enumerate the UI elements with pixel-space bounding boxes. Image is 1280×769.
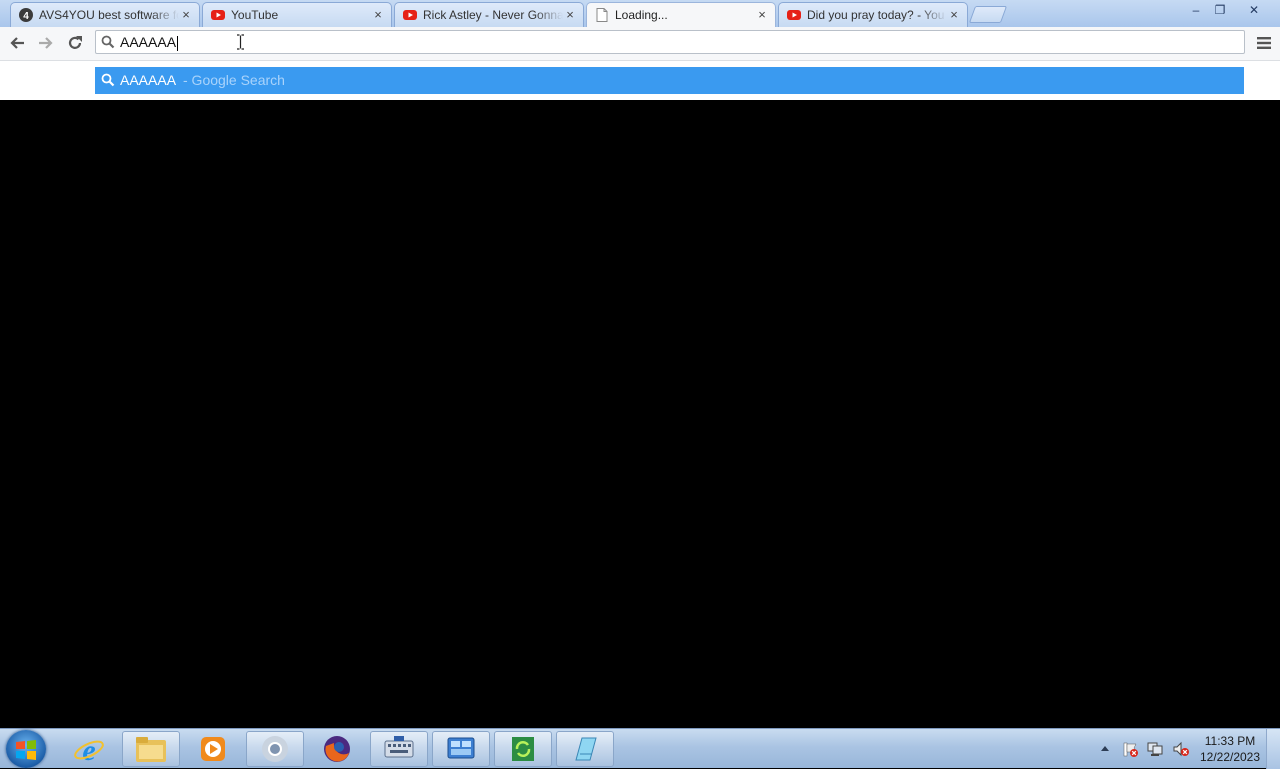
- search-icon: [101, 35, 115, 49]
- omnibox-suggestions: AAAAAA - Google Search: [0, 61, 1280, 100]
- tab-loading[interactable]: Loading... ×: [586, 2, 776, 27]
- tab-close-icon[interactable]: ×: [947, 8, 961, 22]
- taskbar: e 11:33 PM 12/22/2023: [0, 728, 1280, 769]
- show-desktop-button[interactable]: [1266, 729, 1280, 769]
- action-center-icon[interactable]: [1122, 741, 1138, 757]
- taskbar-media-player[interactable]: [184, 731, 242, 767]
- tab-did-you-pray[interactable]: Did you pray today? - You ×: [778, 2, 968, 27]
- youtube-icon: [787, 8, 801, 22]
- new-tab-button[interactable]: [968, 6, 1008, 23]
- file-explorer-icon: [136, 737, 166, 762]
- tab-close-icon[interactable]: ×: [371, 8, 385, 22]
- control-panel-icon: [447, 737, 475, 759]
- clock-date: 12/22/2023: [1199, 750, 1261, 764]
- tab-title: Did you pray today? - You: [807, 8, 945, 22]
- back-arrow-icon: [10, 37, 24, 49]
- media-player-icon: [201, 737, 225, 761]
- restore-button[interactable]: ❐: [1208, 2, 1232, 18]
- internet-explorer-icon: e: [74, 734, 104, 765]
- windows-logo-icon: [16, 740, 36, 760]
- tab-avs4you[interactable]: 4 AVS4YOU best software fo ×: [10, 2, 200, 27]
- suggestion-description: - Google Search: [183, 72, 285, 88]
- minimize-button[interactable]: –: [1184, 2, 1208, 18]
- address-bar-text: AAAAAA: [120, 34, 179, 51]
- taskbar-sync-app[interactable]: [494, 731, 552, 767]
- tab-close-icon[interactable]: ×: [563, 8, 577, 22]
- svg-text:4: 4: [23, 11, 29, 22]
- tab-title: Rick Astley - Never Gonna: [423, 8, 563, 22]
- firefox-icon: [324, 736, 350, 762]
- network-icon[interactable]: [1146, 741, 1164, 757]
- mouse-ibeam-cursor: [237, 34, 244, 50]
- notepad-icon: [575, 737, 597, 761]
- taskbar-internet-explorer[interactable]: e: [60, 731, 118, 767]
- youtube-icon: [403, 8, 417, 22]
- volume-muted-icon[interactable]: [1172, 741, 1190, 757]
- clock-time: 11:33 PM: [1204, 734, 1256, 748]
- suggestion-google-search[interactable]: AAAAAA - Google Search: [95, 67, 1244, 94]
- show-hidden-icons-icon[interactable]: [1098, 742, 1112, 756]
- reload-button[interactable]: [64, 32, 86, 54]
- taskbar-notepad[interactable]: [556, 731, 614, 767]
- browser-titlebar: 4 AVS4YOU best software fo × YouTube × R…: [0, 0, 1280, 27]
- start-button[interactable]: [6, 730, 46, 768]
- tab-rick-astley[interactable]: Rick Astley - Never Gonna ×: [394, 2, 584, 27]
- system-tray: [1098, 729, 1190, 769]
- taskbar-clock[interactable]: 11:33 PM 12/22/2023: [1196, 733, 1264, 765]
- svg-text:e: e: [82, 734, 95, 765]
- taskbar-control-panel[interactable]: [432, 731, 490, 767]
- taskbar-on-screen-keyboard[interactable]: [370, 731, 428, 767]
- on-screen-keyboard-icon: [384, 736, 414, 758]
- suggestion-query: AAAAAA: [120, 72, 177, 88]
- tab-youtube[interactable]: YouTube ×: [202, 2, 392, 27]
- address-bar[interactable]: AAAAAA: [95, 30, 1245, 54]
- avs4you-icon: 4: [19, 8, 33, 22]
- browser-toolbar: AAAAAA: [0, 27, 1280, 61]
- back-button[interactable]: [6, 32, 28, 54]
- search-icon: [101, 73, 115, 87]
- text-caret: [177, 35, 179, 51]
- chrome-menu-icon[interactable]: [1256, 36, 1272, 50]
- taskbar-firefox[interactable]: [308, 731, 366, 767]
- taskbar-chrome[interactable]: [246, 731, 304, 767]
- chrome-icon: [262, 736, 288, 762]
- taskbar-file-explorer[interactable]: [122, 731, 180, 767]
- tab-title: YouTube: [231, 8, 279, 22]
- forward-arrow-icon: [39, 37, 53, 49]
- page-icon: [595, 8, 609, 22]
- forward-button[interactable]: [35, 32, 57, 54]
- page-content: [0, 100, 1280, 728]
- tab-close-icon[interactable]: ×: [755, 8, 769, 22]
- tab-title: AVS4YOU best software fo: [39, 8, 179, 22]
- tab-close-icon[interactable]: ×: [179, 8, 193, 22]
- sync-app-icon: [512, 737, 534, 761]
- youtube-icon: [211, 8, 225, 22]
- close-window-button[interactable]: ✕: [1242, 2, 1266, 18]
- tab-title: Loading...: [615, 8, 668, 22]
- reload-icon: [68, 36, 82, 49]
